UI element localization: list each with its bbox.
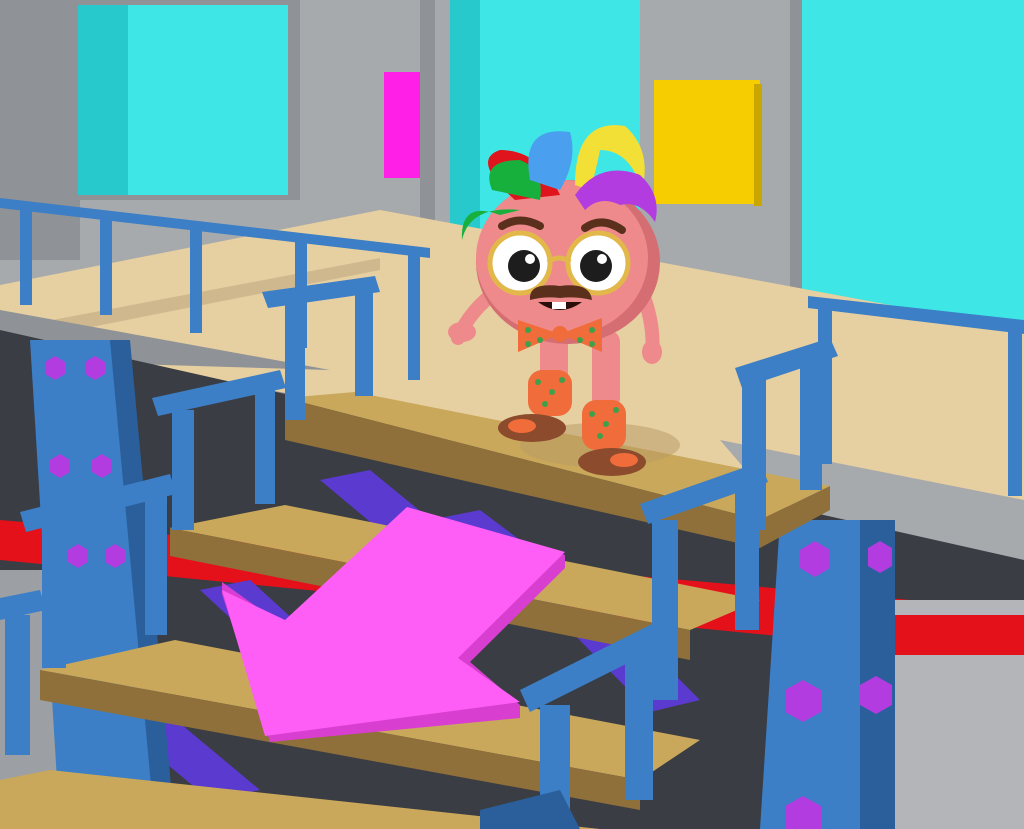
right-support-column — [760, 520, 895, 829]
yellow-sign — [654, 80, 762, 206]
game-scene — [0, 0, 1024, 829]
magenta-sign — [384, 72, 420, 178]
game-viewport — [0, 0, 1024, 829]
